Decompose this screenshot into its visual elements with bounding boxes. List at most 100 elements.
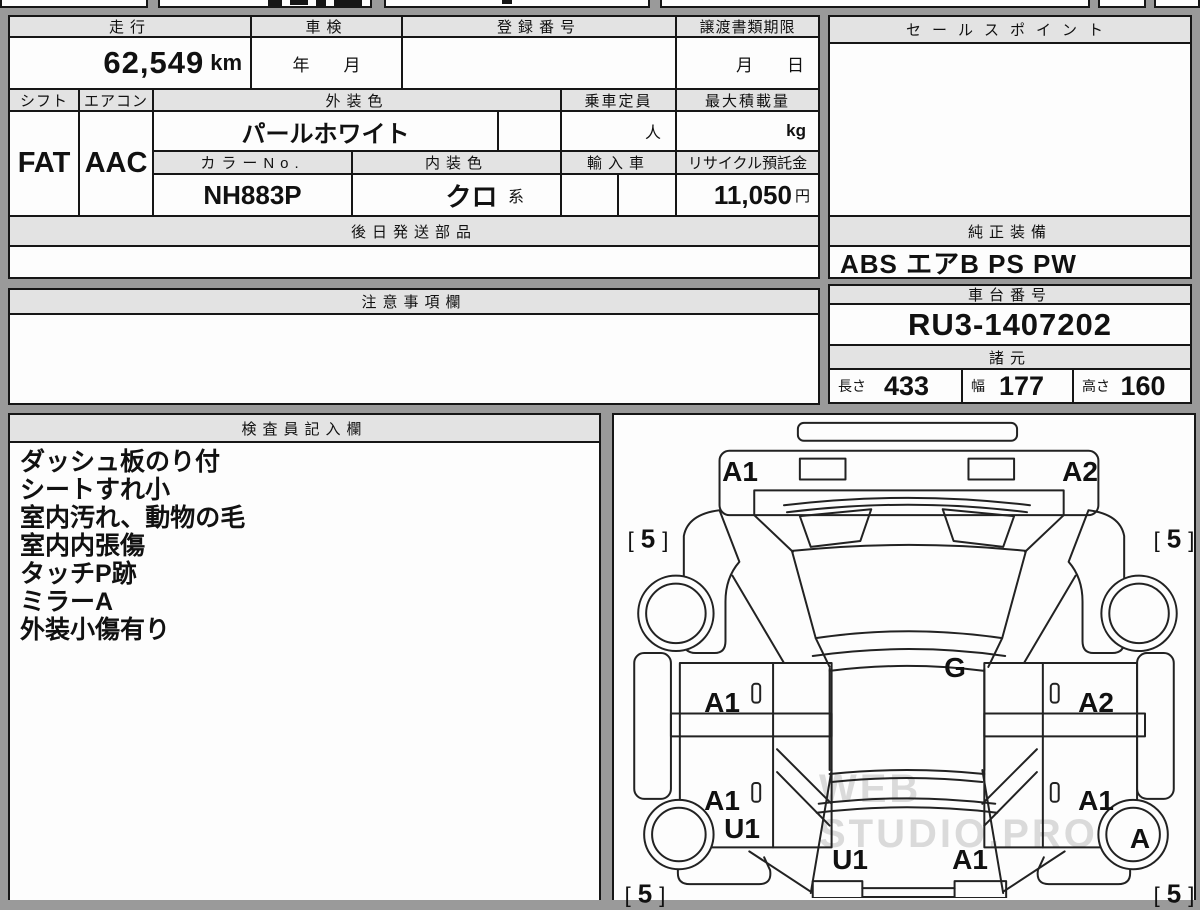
later-parts-value-cell: [8, 245, 820, 279]
damage-code-label: A: [1129, 823, 1151, 854]
inspection-header: 車検: [250, 15, 403, 38]
recycle-deposit-header: リサイクル預託金: [675, 150, 820, 175]
chassis-number-value-cell: RU3-1407202: [828, 303, 1192, 346]
capacity-value-cell: 人: [560, 110, 677, 152]
cutoff-text-fragment: [290, 0, 308, 5]
spec-height-cell: 高さ 160: [1072, 368, 1192, 404]
exterior-color-value-cell: パールホワイト: [152, 110, 499, 152]
damage-code-label: A1: [1078, 785, 1114, 816]
interior-color-suffix: 系: [507, 189, 524, 206]
import-car-blank-cell: [617, 173, 677, 217]
deadline-header: 譲渡書類期限: [675, 15, 820, 38]
aircon-header: エアコン: [78, 88, 154, 112]
damage-code-label: A2: [1078, 687, 1114, 718]
max-load-unit: kg: [786, 121, 806, 140]
deadline-value-cell: 月 日: [675, 36, 820, 90]
exterior-color-value: パールホワイト: [241, 120, 410, 148]
cutoff-text-fragment: [502, 0, 512, 4]
auction-sheet-page: { "colors":{"page_bg":"#9a9a9a","border"…: [0, 0, 1200, 909]
equipment-header: 純正装備: [828, 215, 1192, 247]
inspection-value-cell: 年 月: [250, 36, 403, 90]
spec-height-value: 160: [1120, 370, 1166, 401]
tire-grade-label: [5]: [627, 523, 669, 554]
sales-point-body: [828, 42, 1192, 217]
car-diagram-labels: WEB STUDIO.PRO A1 A2 [5] [5] G A1 A2…: [614, 415, 1195, 909]
spec-length-value: 433: [883, 370, 930, 401]
mileage-unit: km: [210, 50, 242, 75]
registration-value-cell: [401, 36, 677, 90]
specs-header: 諸元: [828, 344, 1192, 370]
interior-color-value: クロ: [445, 181, 498, 212]
registration-header: 登録番号: [401, 15, 677, 38]
cutoff-text-fragment: [334, 0, 362, 6]
damage-code-label: A1: [704, 687, 740, 718]
recycle-deposit-value: 11,050: [713, 179, 792, 210]
spec-length-label: 長さ: [838, 378, 866, 394]
inspector-note-line: タッチP跡: [20, 560, 137, 588]
car-top-view-drawing: [614, 415, 1194, 898]
capacity-unit: 人: [644, 125, 661, 142]
inspector-note-line: ダッシュ板のり付: [20, 448, 221, 476]
inspector-notes-header: 検査員記入欄: [10, 415, 599, 443]
inspector-note-line: 室内内張傷: [20, 532, 146, 560]
exterior-color-header: 外装色: [152, 88, 562, 112]
color-no-value: NH883P: [203, 179, 302, 210]
top-edge-cell: [384, 0, 650, 8]
chassis-number-value: RU3-1407202: [907, 306, 1113, 342]
shift-value: FAT: [17, 147, 71, 179]
spec-height-label: 高さ: [1082, 378, 1110, 394]
cutoff-text-fragment: [268, 0, 282, 6]
top-edge-cell: [1098, 0, 1146, 8]
inspector-note-line: 外装小傷有り: [20, 616, 171, 644]
damage-code-label: U1: [724, 813, 760, 844]
tire-grade-label: [5]: [1153, 523, 1195, 554]
recycle-deposit-unit: 円: [794, 187, 810, 205]
import-car-header: 輸入車: [560, 150, 677, 175]
caution-body: [8, 313, 820, 405]
interior-color-header: 内装色: [351, 150, 562, 175]
inspection-placeholder: 年 月: [292, 55, 361, 75]
top-edge-cell: [0, 0, 148, 8]
top-edge-cell: [660, 0, 1090, 8]
inspector-note-line: シートすれ小: [20, 476, 171, 504]
inspector-note-line: 室内汚れ、動物の毛: [20, 504, 246, 532]
equipment-value-cell: ABS エアB PS PW: [828, 245, 1192, 279]
damage-code-label: A1: [952, 844, 988, 875]
mileage-value: 62,549: [103, 45, 205, 80]
interior-color-value-cell: クロ 系: [351, 173, 562, 217]
cutoff-text-fragment: [316, 0, 326, 6]
tire-grade-label: [5]: [1153, 878, 1195, 909]
spec-width-value: 177: [998, 370, 1045, 401]
max-load-value-cell: kg: [675, 110, 820, 152]
top-edge-cell: [1154, 0, 1200, 8]
exterior-color-blank-cell: [497, 110, 562, 152]
recycle-deposit-value-cell: 11,050 円: [675, 173, 820, 217]
mileage-value-cell: 62,549 km: [8, 36, 252, 90]
damage-code-label: A2: [1062, 456, 1098, 487]
import-car-blank-cell: [560, 173, 619, 217]
shift-header: シフト: [8, 88, 80, 112]
car-diagram-box: WEB STUDIO.PRO A1 A2 [5] [5] G A1 A2…: [612, 413, 1196, 909]
max-load-header: 最大積載量: [675, 88, 820, 112]
damage-code-label: G: [944, 652, 966, 683]
inspector-notes-box: 検査員記入欄 ダッシュ板のり付 シートすれ小 室内汚れ、動物の毛 室内内張傷 タッチP跡…: [8, 413, 601, 900]
sales-point-header: セールスポイント: [828, 15, 1192, 44]
color-no-header: カラーNo.: [152, 150, 353, 175]
tire-grade-label: [5]: [624, 878, 666, 909]
inspector-note-line: ミラーA: [20, 588, 114, 616]
shift-value-cell: FAT: [8, 110, 80, 217]
caution-header: 注意事項欄: [8, 288, 820, 315]
mileage-header: 走行: [8, 15, 252, 38]
spec-width-cell: 幅 177: [961, 368, 1074, 404]
damage-code-label: U1: [832, 844, 868, 875]
later-parts-header: 後日発送部品: [8, 215, 820, 247]
inspector-notes-list: ダッシュ板のり付 シートすれ小 室内汚れ、動物の毛 室内内張傷 タッチP跡 ミラーA 外装小…: [10, 443, 599, 644]
chassis-number-header: 車台番号: [828, 284, 1192, 305]
color-no-value-cell: NH883P: [152, 173, 353, 217]
spec-width-label: 幅: [971, 378, 985, 394]
equipment-value: ABS エアB PS PW: [840, 248, 1077, 279]
spec-length-cell: 長さ 433: [828, 368, 963, 404]
damage-code-label: A1: [722, 456, 758, 487]
aircon-value: AAC: [84, 147, 148, 179]
capacity-header: 乗車定員: [560, 88, 677, 112]
